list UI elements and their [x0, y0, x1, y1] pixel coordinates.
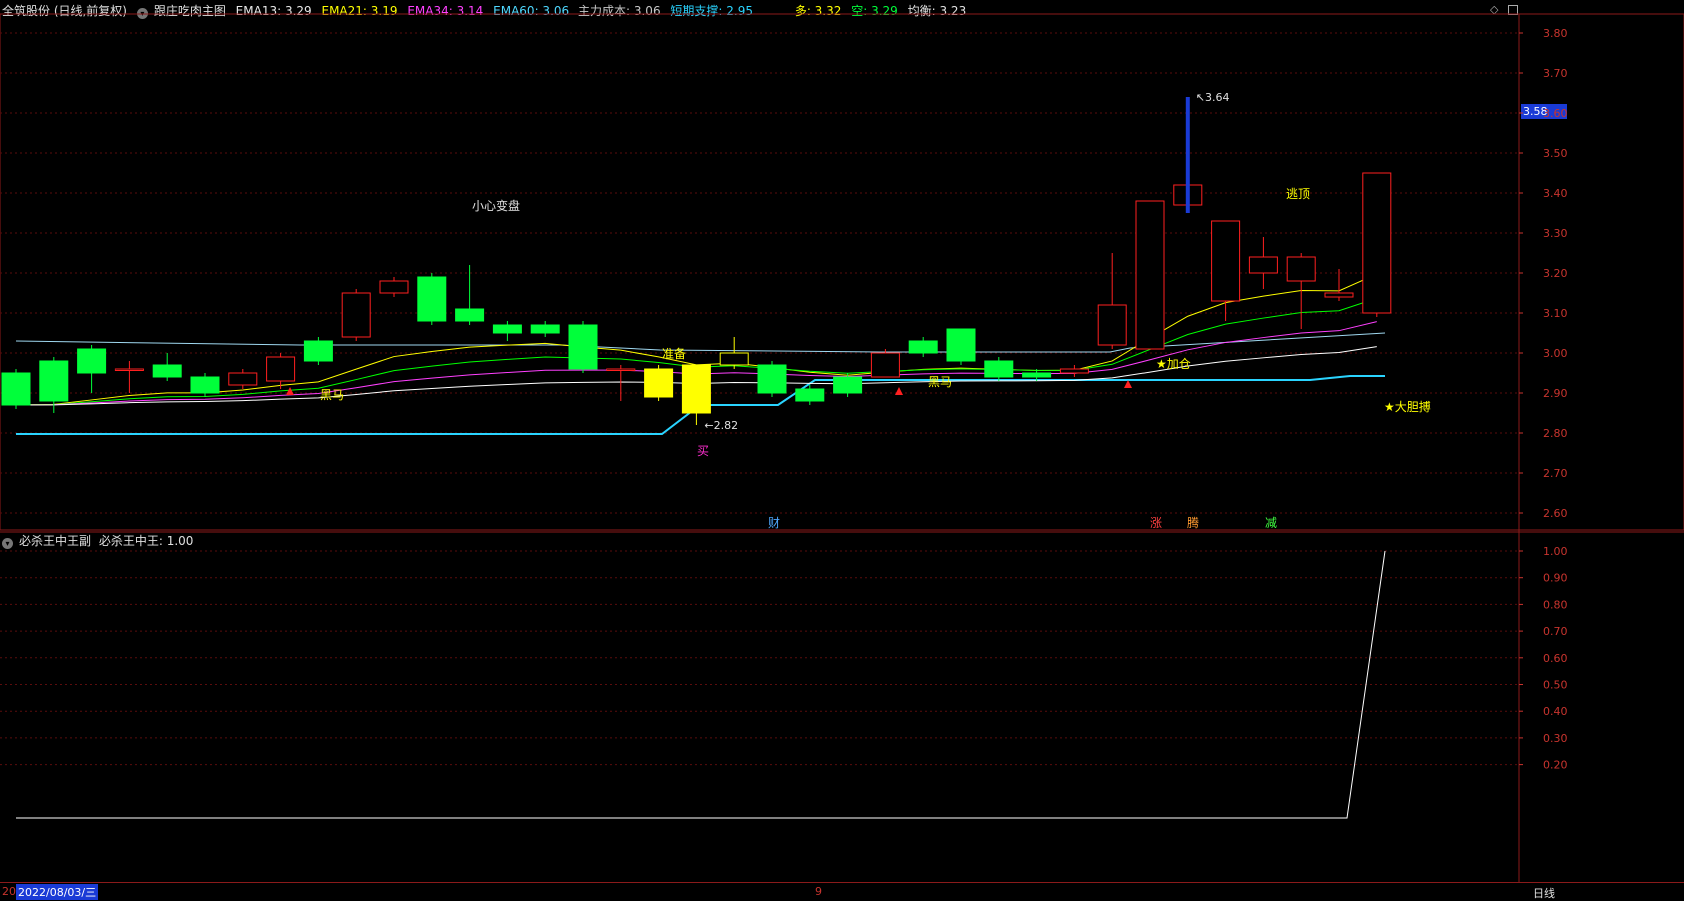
y-tick-label: 0.40 [1543, 705, 1568, 718]
date-prefix: 20 [2, 885, 16, 898]
candle-body [152, 364, 182, 378]
y-tick-label: 3.70 [1543, 67, 1568, 80]
y-tick-label: 2.90 [1543, 387, 1568, 400]
y-tick-label: 0.30 [1543, 732, 1568, 745]
candle-body [946, 328, 976, 362]
annotation-dark-horse-2: 黑马 [928, 375, 952, 389]
candle-body [1059, 368, 1089, 374]
candle-body [1362, 172, 1392, 314]
y-tick-label: 3.50 [1543, 147, 1568, 160]
annotation-ready: 准备 [662, 347, 686, 361]
candle-body [266, 356, 296, 382]
candle-body [719, 352, 749, 366]
annotation-add-position: ★加仓 [1156, 357, 1191, 371]
candle-body [1135, 200, 1165, 350]
candle-body [530, 324, 560, 334]
y-tick-label: 2.60 [1543, 507, 1568, 520]
candle-body [1, 372, 31, 406]
candle-body [757, 364, 787, 394]
candle-body [379, 280, 409, 294]
annotation-careful: 小心变盘 [472, 198, 520, 213]
candle-body [114, 368, 144, 371]
annotation-dark-horse: 黑马 [320, 388, 344, 402]
annotation-buy: 买 [697, 444, 709, 458]
annotation-bold-bet: ★大胆搏 [1384, 400, 1431, 414]
annotation-escape-top: 逃顶 [1286, 187, 1310, 201]
y-tick-label: 0.80 [1543, 598, 1568, 611]
y-tick-label: 3.30 [1543, 227, 1568, 240]
y-tick-label: 3.40 [1543, 187, 1568, 200]
y-tick-label: 3.20 [1543, 267, 1568, 280]
candle-body [568, 324, 598, 370]
candle-body [681, 364, 711, 414]
candle-body [606, 368, 636, 371]
candle-body [908, 340, 938, 354]
candle-body [1248, 256, 1278, 274]
mark-reduce: 减 [1265, 516, 1277, 530]
candle-body [1286, 256, 1316, 282]
signal-marker [286, 387, 294, 395]
y-tick-label: 3.10 [1543, 307, 1568, 320]
high-price-label: ↖3.64 [1196, 91, 1230, 104]
mark-rise: 涨 [1150, 515, 1162, 530]
candle-body [1097, 304, 1127, 346]
date-label: 2022/08/03/三 [16, 884, 99, 900]
y-tick-label: 0.90 [1543, 572, 1568, 585]
candle-body [77, 348, 107, 374]
candle-body [39, 360, 69, 402]
y-tick-label: 3.60 [1543, 107, 1568, 120]
candle-body [795, 388, 825, 402]
y-tick-label: 3.80 [1543, 27, 1568, 40]
date-bar: 20 2022/08/03/三 9 日线 [0, 882, 1684, 900]
candle-body [833, 376, 863, 394]
mark-fortune: 财 [768, 516, 780, 530]
candle-body [1211, 220, 1241, 302]
candle-body [984, 360, 1014, 378]
y-tick-label: 3.00 [1543, 347, 1568, 360]
chart-canvas[interactable]: 3.80 3.70 3.60 3.50 3.40 3.30 3.20 3.10 3.00 2.90… [0, 0, 1684, 899]
candle-body [228, 372, 258, 386]
candle-body [1022, 372, 1052, 378]
candle-body [303, 340, 333, 362]
candle-body [417, 276, 447, 322]
candle-body [492, 324, 522, 334]
main-frame [0, 13, 1684, 531]
date-mark: 9 [815, 885, 822, 898]
y-tick-label: 0.60 [1543, 652, 1568, 665]
y-tick-label: 0.20 [1543, 759, 1568, 772]
signal-marker [895, 387, 903, 395]
cost-line [15, 332, 1386, 353]
candle-body [1324, 292, 1354, 298]
y-tick-label: 0.50 [1543, 679, 1568, 692]
signal-marker [1124, 380, 1132, 388]
candle-body [190, 376, 220, 394]
candle-body [870, 352, 900, 378]
y-tick-label: 0.70 [1543, 625, 1568, 638]
y-tick-label: 2.70 [1543, 467, 1568, 480]
mark-soar: 腾 [1187, 515, 1199, 530]
candle-body [644, 368, 674, 398]
y-tick-label: 1.00 [1543, 545, 1568, 558]
y-tick-label: 2.80 [1543, 427, 1568, 440]
candle-body [341, 292, 371, 338]
candle-body [455, 308, 485, 322]
low-price-label: ←2.82 [704, 419, 738, 432]
